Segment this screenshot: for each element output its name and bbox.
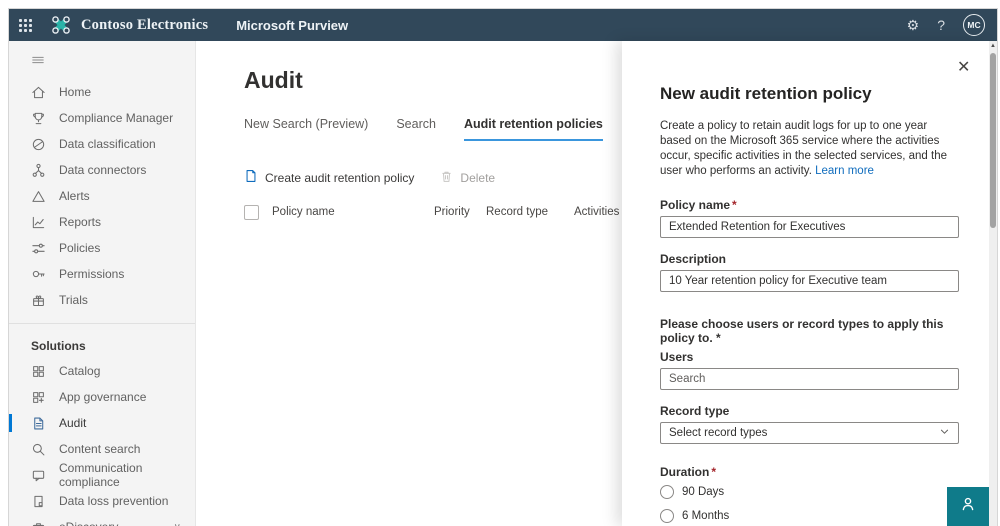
tab-search[interactable]: Search — [396, 117, 436, 141]
panel-scrollbar[interactable]: ▲ — [989, 41, 997, 526]
feedback-button[interactable] — [947, 487, 989, 526]
duration-label: Duration * — [660, 465, 717, 479]
panel-description: Create a policy to retain audit logs for… — [660, 120, 948, 177]
home-icon — [31, 85, 46, 100]
search-icon — [31, 442, 46, 457]
close-icon[interactable]: ✕ — [957, 57, 975, 76]
sidebar-item-permissions[interactable]: Permissions — [9, 261, 195, 287]
required-asterisk: * — [711, 465, 717, 479]
sidebar-item-home[interactable]: Home — [9, 79, 195, 105]
policy-name-label: Policy name * — [660, 198, 737, 212]
new-audit-retention-policy-panel: ✕ New audit retention policy Create a po… — [622, 41, 989, 526]
choose-users-label: Please choose users or record types to a… — [660, 317, 944, 345]
alerts-icon — [31, 189, 46, 204]
record-type-label: Record type — [660, 404, 730, 418]
radio-icon — [660, 509, 674, 523]
sidebar-item-data-classification[interactable]: Data classification — [9, 131, 195, 157]
sidebar-item-catalog[interactable]: Catalog — [9, 358, 195, 384]
sidebar-item-alerts[interactable]: Alerts — [9, 183, 195, 209]
page-title: Audit — [244, 67, 303, 93]
sidebar-item-ediscovery[interactable]: eDiscovery ∨ — [9, 514, 195, 526]
sidebar-item-app-governance[interactable]: App governance — [9, 384, 195, 410]
tab-bar: New Search (Preview) Search Audit retent… — [244, 117, 603, 141]
policies-icon — [31, 241, 46, 256]
new-document-icon — [244, 169, 258, 186]
create-audit-retention-policy-button[interactable]: Create audit retention policy — [244, 169, 414, 186]
left-nav: Home Compliance Manager Data classificat… — [9, 41, 196, 526]
permissions-icon — [31, 267, 46, 282]
dlp-icon — [31, 494, 46, 509]
trash-icon — [440, 170, 453, 186]
reports-icon — [31, 215, 46, 230]
learn-more-link[interactable]: Learn more — [815, 165, 874, 177]
description-field[interactable] — [660, 270, 959, 292]
column-record-type[interactable]: Record type — [486, 206, 574, 218]
data-connectors-icon — [31, 163, 46, 178]
scroll-up-icon[interactable]: ▲ — [989, 43, 997, 49]
tab-new-search[interactable]: New Search (Preview) — [244, 117, 368, 141]
contoso-logo-icon — [49, 13, 73, 37]
sidebar-item-data-loss-prevention[interactable]: Data loss prevention — [9, 488, 195, 514]
app-governance-icon — [31, 390, 46, 405]
person-feedback-icon — [960, 496, 976, 517]
trials-icon — [31, 293, 46, 308]
sidebar-section-solutions: Solutions — [31, 339, 86, 353]
radio-icon — [660, 485, 674, 499]
app-launcher-icon[interactable] — [9, 9, 41, 41]
users-search-input[interactable] — [660, 368, 959, 390]
sidebar-item-reports[interactable]: Reports — [9, 209, 195, 235]
sidebar-divider — [9, 323, 195, 324]
sidebar-item-compliance-manager[interactable]: Compliance Manager — [9, 105, 195, 131]
radio-6-months[interactable]: 6 Months — [660, 509, 959, 523]
compliance-manager-icon — [31, 111, 46, 126]
top-header: Contoso Electronics Microsoft Purview ⚙ … — [9, 9, 997, 41]
ediscovery-icon — [31, 520, 46, 526]
required-asterisk: * — [732, 198, 737, 212]
chevron-down-icon — [939, 426, 950, 440]
product-name: Microsoft Purview — [236, 17, 349, 33]
sidebar-item-audit[interactable]: Audit — [9, 410, 195, 436]
toolbar: Create audit retention policy Delete — [244, 169, 495, 186]
delete-button[interactable]: Delete — [440, 170, 495, 186]
sidebar-item-content-search[interactable]: Content search — [9, 436, 195, 462]
select-all-checkbox[interactable] — [244, 204, 259, 220]
audit-icon — [31, 416, 46, 431]
catalog-icon — [31, 364, 46, 379]
communication-icon — [31, 468, 46, 483]
radio-90-days[interactable]: 90 Days — [660, 485, 959, 499]
sidebar-item-data-connectors[interactable]: Data connectors — [9, 157, 195, 183]
description-label: Description — [660, 252, 727, 266]
panel-title: New audit retention policy — [660, 84, 872, 103]
gear-icon[interactable]: ⚙ — [907, 18, 920, 32]
chevron-down-icon[interactable]: ∨ — [174, 522, 181, 526]
column-policy-name[interactable]: Policy name — [272, 206, 434, 218]
brand-name: Contoso Electronics — [81, 16, 209, 33]
sidebar-item-trials[interactable]: Trials — [9, 287, 195, 313]
record-type-dropdown[interactable]: Select record types — [660, 422, 959, 444]
tab-audit-retention-policies[interactable]: Audit retention policies — [463, 117, 603, 141]
data-classification-icon — [31, 137, 46, 152]
app-window: Contoso Electronics Microsoft Purview ⚙ … — [8, 8, 998, 526]
account-avatar[interactable]: MC — [963, 14, 985, 36]
nav-collapse-icon[interactable] — [9, 47, 195, 73]
policy-name-field[interactable] — [660, 216, 959, 238]
column-activities[interactable]: Activities — [574, 206, 619, 218]
sidebar-item-policies[interactable]: Policies — [9, 235, 195, 261]
scrollbar-thumb[interactable] — [990, 53, 996, 228]
help-icon[interactable]: ? — [937, 18, 945, 32]
sidebar-item-communication-compliance[interactable]: Communication compliance — [9, 461, 195, 489]
users-label: Users — [660, 350, 694, 364]
column-priority[interactable]: Priority — [434, 206, 486, 218]
